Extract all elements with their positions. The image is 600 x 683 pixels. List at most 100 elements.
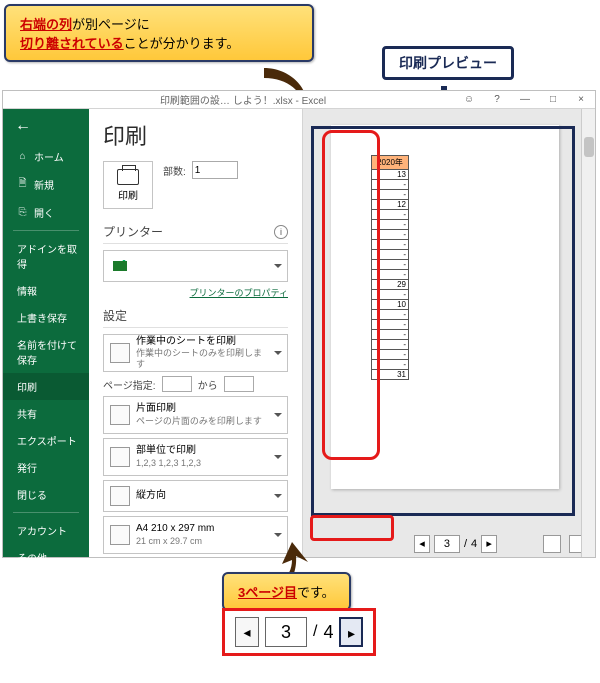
column-cell: - — [371, 330, 409, 340]
page-to-label: から — [198, 377, 218, 392]
sidebar-item-label: 上書き保存 — [17, 310, 67, 325]
max-button[interactable]: □ — [539, 94, 567, 105]
column-cell: 13 — [371, 170, 409, 180]
chevron-down-icon — [274, 413, 282, 417]
printer-info-icon[interactable]: i — [274, 225, 288, 239]
sidebar-item-開く[interactable]: ⎘ 開く — [3, 199, 89, 226]
sidebar-item-情報[interactable]: 情報 — [3, 277, 89, 304]
copies-label: 部数: — [163, 163, 186, 178]
scrollbar-thumb[interactable] — [584, 137, 594, 157]
sidebar-item-閉じる[interactable]: 閉じる — [3, 481, 89, 508]
print-button-label: 印刷 — [118, 187, 138, 202]
preview-label: 印刷プレビュー — [382, 46, 514, 80]
user-icon[interactable]: ☺ — [455, 94, 483, 105]
print-preview-pane: 2020年13--12-------29-10------31 ◂ / 4 ▸ — [303, 109, 595, 557]
sidebar-item-その他...[interactable]: その他... — [3, 544, 89, 571]
min-button[interactable]: — — [511, 94, 539, 105]
column-cell: 29 — [371, 280, 409, 290]
collate-select[interactable]: 部単位で印刷1,2,3 1,2,3 1,2,3 — [103, 438, 288, 476]
callout-page3: 3ページ目です。 — [222, 572, 351, 611]
back-icon[interactable]: ← — [3, 115, 89, 143]
print-what-select[interactable]: 作業中のシートを印刷作業中のシートのみを印刷します — [103, 334, 288, 372]
sidebar-item-発行[interactable]: 発行 — [3, 454, 89, 481]
sidebar-icon: ⎘ — [17, 207, 28, 218]
sidebar-item-label: 情報 — [17, 283, 37, 298]
column-cell: - — [371, 190, 409, 200]
backstage-sidebar: ← ⌂ホーム 🗎 新規 ⎘ 開くアドインを取得情報上書き保存名前を付けて保存印刷共有エク… — [3, 109, 89, 557]
sidebar-item-label: 名前を付けて保存 — [17, 337, 85, 367]
column-cell: 12 — [371, 200, 409, 210]
printer-select[interactable] — [103, 250, 288, 282]
zoom-page-sep: / — [313, 623, 317, 641]
sidebar-item-label: アカウント — [17, 523, 67, 538]
column-cell: - — [371, 260, 409, 270]
column-cell: 10 — [371, 300, 409, 310]
sidebar-item-label: アドインを取得 — [17, 241, 85, 271]
sidebar-icon: ⌂ — [17, 151, 28, 162]
column-cell: - — [371, 220, 409, 230]
help-icon[interactable]: ? — [483, 94, 511, 105]
callout1-t1: が別ページに — [72, 17, 150, 32]
column-cell: - — [371, 310, 409, 320]
sidebar-item-ホーム[interactable]: ⌂ホーム — [3, 143, 89, 170]
sidebar-item-新規[interactable]: 🗎 新規 — [3, 170, 89, 199]
chevron-down-icon — [274, 351, 282, 355]
chevron-down-icon — [274, 455, 282, 459]
sidebar-icon: 🗎 — [17, 176, 28, 193]
callout2-hl: 3ページ目 — [238, 585, 297, 600]
zoom-prev-page-button[interactable]: ◂ — [235, 617, 259, 647]
sidebar-item-label: 新規 — [34, 177, 54, 192]
print-button[interactable]: 印刷 — [103, 161, 153, 209]
page-navigator: ◂ / 4 ▸ — [414, 535, 497, 553]
column-cell: - — [371, 230, 409, 240]
callout2-t: です。 — [297, 585, 335, 600]
orientation-select[interactable]: 縦方向 — [103, 480, 288, 512]
column-cell: 31 — [371, 370, 409, 380]
sheets-icon — [110, 343, 130, 363]
callout-right-column-split: 右端の列が別ページに 切り離されていることが分かります。 — [4, 4, 314, 62]
sidebar-item-名前を付けて保存[interactable]: 名前を付けて保存 — [3, 331, 89, 373]
sidebar-item-上書き保存[interactable]: 上書き保存 — [3, 304, 89, 331]
sidebar-item-label: 開く — [34, 205, 54, 220]
column-cell: - — [371, 290, 409, 300]
sidebar-item-label: 共有 — [17, 406, 37, 421]
sidebar-item-label: 閉じる — [17, 487, 47, 502]
prev-page-button[interactable]: ◂ — [414, 535, 430, 553]
titlebar: 印刷範囲の設… しよう！.xlsx - Excel ☺ ? — □ × — [3, 91, 595, 109]
column-cell: - — [371, 250, 409, 260]
callout1-t2: ことが分かります。 — [124, 36, 240, 51]
column-cell: - — [371, 350, 409, 360]
sidebar-item-印刷[interactable]: 印刷 — [3, 373, 89, 400]
page-from-input[interactable] — [162, 376, 192, 392]
zoom-page-navigator: ◂ / 4 ▸ — [222, 608, 376, 656]
excel-window: 印刷範囲の設… しよう！.xlsx - Excel ☺ ? — □ × ← ⌂ホ… — [2, 90, 596, 558]
zoom-next-page-button[interactable]: ▸ — [339, 617, 363, 647]
callout1-hl1: 右端の列 — [20, 17, 72, 32]
zoom-current-page-input[interactable] — [265, 617, 307, 647]
sides-select[interactable]: 片面印刷ページの片面のみを印刷します — [103, 396, 288, 434]
sidebar-item-エクスポート[interactable]: エクスポート — [3, 427, 89, 454]
page-sep: / — [464, 538, 467, 550]
preview-scrollbar[interactable] — [581, 109, 595, 557]
column-header: 2020年 — [371, 155, 409, 170]
sidebar-item-共有[interactable]: 共有 — [3, 400, 89, 427]
printer-properties-link[interactable]: プリンターのプロパティ — [190, 288, 288, 298]
page-to-input[interactable] — [224, 376, 254, 392]
printer-icon — [117, 169, 139, 185]
print-settings-panel: 印刷 印刷 部数: プリンター i プリンターのプロパティ — [89, 109, 303, 557]
sidebar-item-アドインを取得[interactable]: アドインを取得 — [3, 235, 89, 277]
current-page-input[interactable] — [434, 535, 460, 553]
chevron-down-icon — [274, 494, 282, 498]
close-button[interactable]: × — [567, 94, 595, 105]
next-page-button[interactable]: ▸ — [481, 535, 497, 553]
chevron-down-icon — [274, 533, 282, 537]
sidebar-item-label: エクスポート — [17, 433, 77, 448]
column-cell: - — [371, 210, 409, 220]
printer-heading: プリンター i — [103, 223, 288, 244]
preview-column-table: 2020年13--12-------29-10------31 — [371, 155, 409, 380]
portrait-icon — [110, 486, 130, 506]
sidebar-item-アカウント[interactable]: アカウント — [3, 517, 89, 544]
copies-input[interactable] — [192, 161, 238, 179]
paper-icon — [110, 525, 130, 545]
zoom-to-page-button[interactable] — [543, 535, 561, 553]
